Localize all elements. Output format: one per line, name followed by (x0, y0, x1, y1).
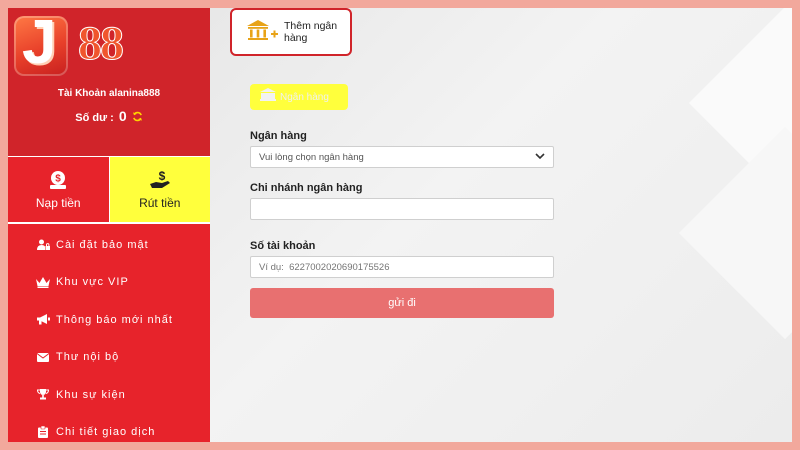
quick-actions: $ Nạp tiền $ Rút tiền (8, 156, 210, 224)
menu-item-transactions[interactable]: Chi tiết giao dịch (8, 414, 210, 443)
bank-pill-label: Ngân hàng (280, 91, 329, 103)
balance-label: Số dư : (75, 112, 114, 124)
bank-select-value: Vui lòng chọn ngân hàng (259, 151, 364, 163)
add-bank-label: Thêm ngân hàng (284, 20, 338, 44)
add-bank-form: Ngân hàng Vui lòng chọn ngân hàng Chi nh… (250, 126, 554, 318)
sidebar: J 88 Tài Khoản alanina888 Số dư : 0 $ Nạ… (8, 8, 210, 442)
menu-item-news[interactable]: Thông báo mới nhất (8, 301, 210, 339)
logo-badge: J (14, 12, 68, 76)
bank-select[interactable]: Vui lòng chọn ngân hàng (250, 146, 554, 168)
brand-logo[interactable]: J 88 (14, 12, 184, 82)
menu-label: Cài đặt bảo mật (56, 238, 149, 251)
crown-icon (36, 276, 50, 288)
withdraw-label: Rút tiền (139, 195, 181, 210)
money-bag-icon: $ (50, 170, 67, 189)
account-name: Tài Khoản alanina888 (57, 88, 161, 99)
menu-item-security[interactable]: Cài đặt bảo mật (8, 226, 210, 264)
submit-button[interactable]: gửi đi (250, 288, 554, 318)
bg-decoration (678, 126, 792, 340)
app-frame: J 88 Tài Khoản alanina888 Số dư : 0 $ Nạ… (8, 8, 792, 442)
bank-card-icon (260, 88, 276, 106)
menu-item-vip[interactable]: Khu vực VIP (8, 264, 210, 302)
account-number-input[interactable] (250, 256, 554, 278)
main-panel: Thêm ngân hàng Ngân hàng Ngân hàng Vui l… (210, 8, 792, 442)
bank-field-label: Ngân hàng (250, 130, 307, 142)
bank-building-icon (246, 18, 278, 47)
megaphone-icon (36, 314, 50, 325)
balance-row: Số dư : 0 (8, 108, 210, 125)
menu-item-inbox[interactable]: Thư nội bộ (8, 339, 210, 377)
bank-section-badge[interactable]: Ngân hàng (250, 84, 348, 110)
clipboard-icon (36, 426, 50, 439)
add-bank-tab[interactable]: Thêm ngân hàng (230, 8, 352, 56)
withdraw-button[interactable]: $ Rút tiền (109, 157, 210, 222)
logo-number: 88 (78, 17, 125, 70)
user-lock-icon (36, 239, 50, 251)
chevron-down-icon (535, 152, 545, 163)
menu-label: Thông báo mới nhất (56, 313, 173, 326)
menu-label: Khu sự kiện (56, 388, 126, 401)
refresh-icon[interactable] (132, 111, 143, 125)
svg-text:$: $ (55, 173, 61, 184)
balance-value: 0 (118, 108, 127, 124)
sidebar-menu: Cài đặt bảo mật Khu vực VIP Thông báo mớ… (8, 226, 210, 442)
deposit-label: Nạp tiền (35, 195, 81, 210)
account-number-label: Số tài khoản (250, 240, 316, 252)
deposit-button[interactable]: $ Nạp tiền (8, 157, 110, 222)
envelope-icon (36, 352, 50, 362)
branch-field-label: Chi nhánh ngân hàng (250, 182, 363, 194)
menu-item-events[interactable]: Khu sự kiện (8, 376, 210, 414)
branch-input[interactable] (250, 198, 554, 220)
svg-text:$: $ (158, 170, 165, 183)
logo-letter: J (22, 8, 57, 77)
account-panel: J 88 Tài Khoản alanina888 Số dư : 0 (8, 8, 210, 156)
hand-money-icon: $ (149, 170, 170, 188)
menu-label: Khu vực VIP (56, 276, 129, 289)
trophy-icon (36, 389, 50, 400)
menu-label: Chi tiết giao dịch (56, 426, 156, 439)
menu-label: Thư nội bộ (56, 351, 120, 364)
